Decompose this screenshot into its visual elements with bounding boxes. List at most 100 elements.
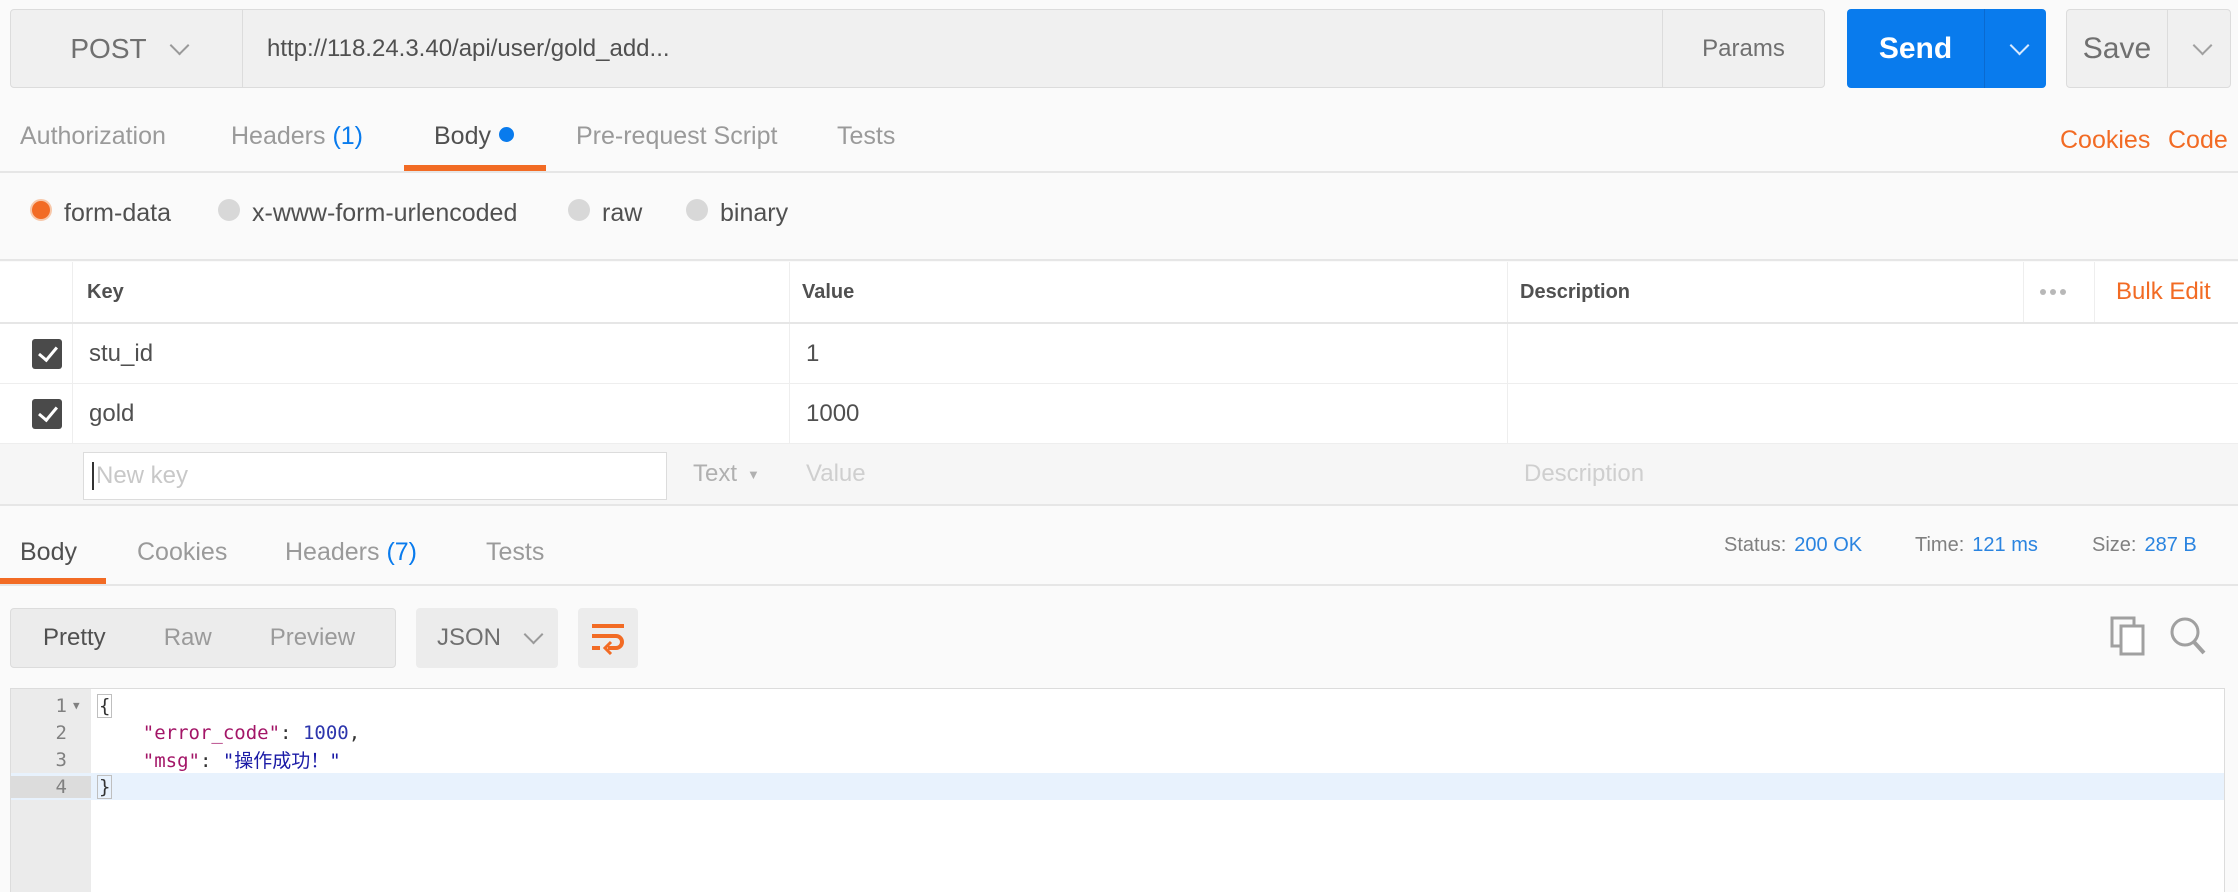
tab-body[interactable]: Body bbox=[434, 122, 514, 151]
params-label: Params bbox=[1702, 34, 1785, 62]
copy-icon bbox=[2110, 616, 2145, 656]
copy-button[interactable] bbox=[2109, 615, 2147, 662]
chevron-down-icon bbox=[523, 624, 544, 645]
row-description[interactable] bbox=[1520, 384, 2220, 443]
save-options-button[interactable] bbox=[2167, 10, 2230, 87]
chevron-down-icon bbox=[2192, 35, 2213, 55]
response-tab-tests[interactable]: Tests bbox=[486, 538, 544, 567]
format-label: JSON bbox=[436, 624, 501, 651]
send-label: Send bbox=[1878, 31, 1953, 65]
request-url-bar: POST http://118.24.3.40/api/user/gold_ad… bbox=[10, 9, 1825, 88]
row-key[interactable]: gold bbox=[89, 384, 134, 443]
tab-tests[interactable]: Tests bbox=[837, 122, 895, 151]
tab-label: Cookies bbox=[137, 538, 228, 566]
radio-label: raw bbox=[602, 199, 643, 227]
view-mode-pretty[interactable]: Pretty bbox=[43, 624, 106, 652]
bulk-edit-link[interactable]: Bulk Edit bbox=[2116, 262, 2211, 322]
fold-arrow-icon[interactable]: ▼ bbox=[73, 699, 91, 712]
row-value[interactable]: 1 bbox=[806, 324, 819, 383]
new-key-input[interactable]: New key bbox=[83, 452, 667, 500]
code-link[interactable]: Code bbox=[2168, 126, 2228, 155]
radio-x-www-form-urlencoded[interactable]: x-www-form-urlencoded bbox=[218, 198, 517, 228]
column-header-key: Key bbox=[87, 280, 124, 303]
code-line-active: 4 } bbox=[11, 773, 2224, 800]
line-number: 2 bbox=[55, 721, 67, 744]
response-tab-cookies[interactable]: Cookies bbox=[137, 538, 227, 567]
word-wrap-button[interactable] bbox=[578, 608, 638, 668]
view-mode-raw[interactable]: Raw bbox=[164, 624, 212, 652]
text-cursor bbox=[92, 462, 94, 490]
radio-label: binary bbox=[720, 199, 789, 227]
active-tab-indicator bbox=[0, 578, 106, 584]
checkbox-checked-icon bbox=[32, 338, 62, 369]
method-label: POST bbox=[70, 32, 147, 64]
format-select[interactable]: JSON bbox=[416, 608, 558, 668]
type-select[interactable]: Text ▼ bbox=[693, 444, 760, 504]
word-wrap-icon bbox=[592, 624, 624, 655]
row-checkbox[interactable] bbox=[32, 324, 62, 383]
row-checkbox[interactable] bbox=[32, 384, 62, 443]
table-header-row: Key Value Description Bulk Edit bbox=[0, 262, 2238, 324]
params-button[interactable]: Params bbox=[1662, 10, 1824, 87]
tab-label: Headers bbox=[231, 122, 326, 150]
response-tab-headers[interactable]: Headers (7) bbox=[285, 538, 417, 567]
response-tab-body[interactable]: Body bbox=[20, 538, 77, 567]
send-button-group: Send bbox=[1847, 9, 2046, 88]
radio-selected-icon bbox=[30, 198, 52, 221]
tab-headers[interactable]: Headers (1) bbox=[231, 122, 363, 151]
code-line: 3 "msg": "操作成功！" bbox=[11, 746, 2224, 773]
size-value: 287 B bbox=[2144, 534, 2197, 556]
method-select[interactable]: POST bbox=[11, 10, 243, 87]
row-key[interactable]: stu_id bbox=[89, 324, 153, 383]
chevron-down-icon bbox=[2009, 35, 2029, 55]
new-key-placeholder: New key bbox=[96, 462, 189, 489]
headers-count: (1) bbox=[332, 122, 364, 150]
new-description-input[interactable]: Description bbox=[1524, 444, 1644, 504]
time-value: 121 ms bbox=[1972, 534, 2038, 556]
line-number: 4 bbox=[11, 775, 91, 798]
request-tabs: Authorization Headers (1) Body Pre-reque… bbox=[0, 108, 2238, 173]
open-brace: { bbox=[97, 693, 113, 718]
tab-label: Pre-request Script bbox=[576, 122, 778, 150]
tab-label: Tests bbox=[837, 122, 896, 150]
url-input[interactable]: http://118.24.3.40/api/user/gold_add... bbox=[243, 10, 1662, 87]
save-button[interactable]: Save bbox=[2067, 10, 2167, 87]
code-line: 1 ▼ { bbox=[11, 692, 2224, 719]
radio-label: form-data bbox=[64, 199, 171, 227]
more-options-icon[interactable] bbox=[2040, 262, 2066, 322]
response-size: Size: 287 B bbox=[2092, 534, 2197, 557]
table-row: stu_id 1 bbox=[0, 324, 2238, 384]
cookies-link[interactable]: Cookies bbox=[2060, 126, 2150, 155]
row-description[interactable] bbox=[1520, 324, 2220, 383]
tab-label: Body bbox=[434, 122, 491, 150]
tab-label: Body bbox=[20, 538, 77, 566]
form-data-table: Key Value Description Bulk Edit stu_id 1… bbox=[0, 262, 2238, 506]
response-tabs: Body Cookies Headers (7) Tests Status: 2… bbox=[0, 514, 2238, 586]
response-body-editor[interactable]: 1 ▼ { 2 "error_code": 1000, 3 "msg": "操作… bbox=[10, 688, 2225, 892]
response-time: Time: 121 ms bbox=[1915, 534, 2038, 557]
json-string: "操作成功！" bbox=[222, 750, 341, 772]
view-mode-toggle: Pretty Raw Preview bbox=[10, 608, 396, 668]
row-value[interactable]: 1000 bbox=[806, 384, 859, 443]
send-button[interactable]: Send bbox=[1847, 9, 1984, 88]
radio-form-data[interactable]: form-data bbox=[30, 198, 171, 228]
modified-dot-icon bbox=[498, 127, 514, 142]
tab-label: Authorization bbox=[20, 122, 166, 150]
send-options-button[interactable] bbox=[1984, 9, 2046, 88]
tab-authorization[interactable]: Authorization bbox=[20, 122, 166, 151]
view-mode-preview[interactable]: Preview bbox=[270, 624, 355, 652]
radio-raw[interactable]: raw bbox=[568, 198, 643, 228]
search-button[interactable] bbox=[2168, 615, 2208, 662]
radio-binary[interactable]: binary bbox=[686, 198, 789, 228]
new-value-input[interactable]: Value bbox=[806, 444, 866, 504]
response-status: Status: 200 OK bbox=[1724, 534, 1862, 557]
tab-label: Headers bbox=[285, 538, 380, 566]
json-key: "error_code" bbox=[142, 721, 281, 744]
active-tab-indicator bbox=[404, 165, 546, 171]
chevron-down-icon bbox=[169, 35, 190, 55]
save-label: Save bbox=[2082, 31, 2152, 65]
tab-pre-request-script[interactable]: Pre-request Script bbox=[576, 122, 777, 151]
radio-unselected-icon bbox=[568, 198, 590, 221]
save-button-group: Save bbox=[2066, 9, 2231, 88]
code-line: 2 "error_code": 1000, bbox=[11, 719, 2224, 746]
